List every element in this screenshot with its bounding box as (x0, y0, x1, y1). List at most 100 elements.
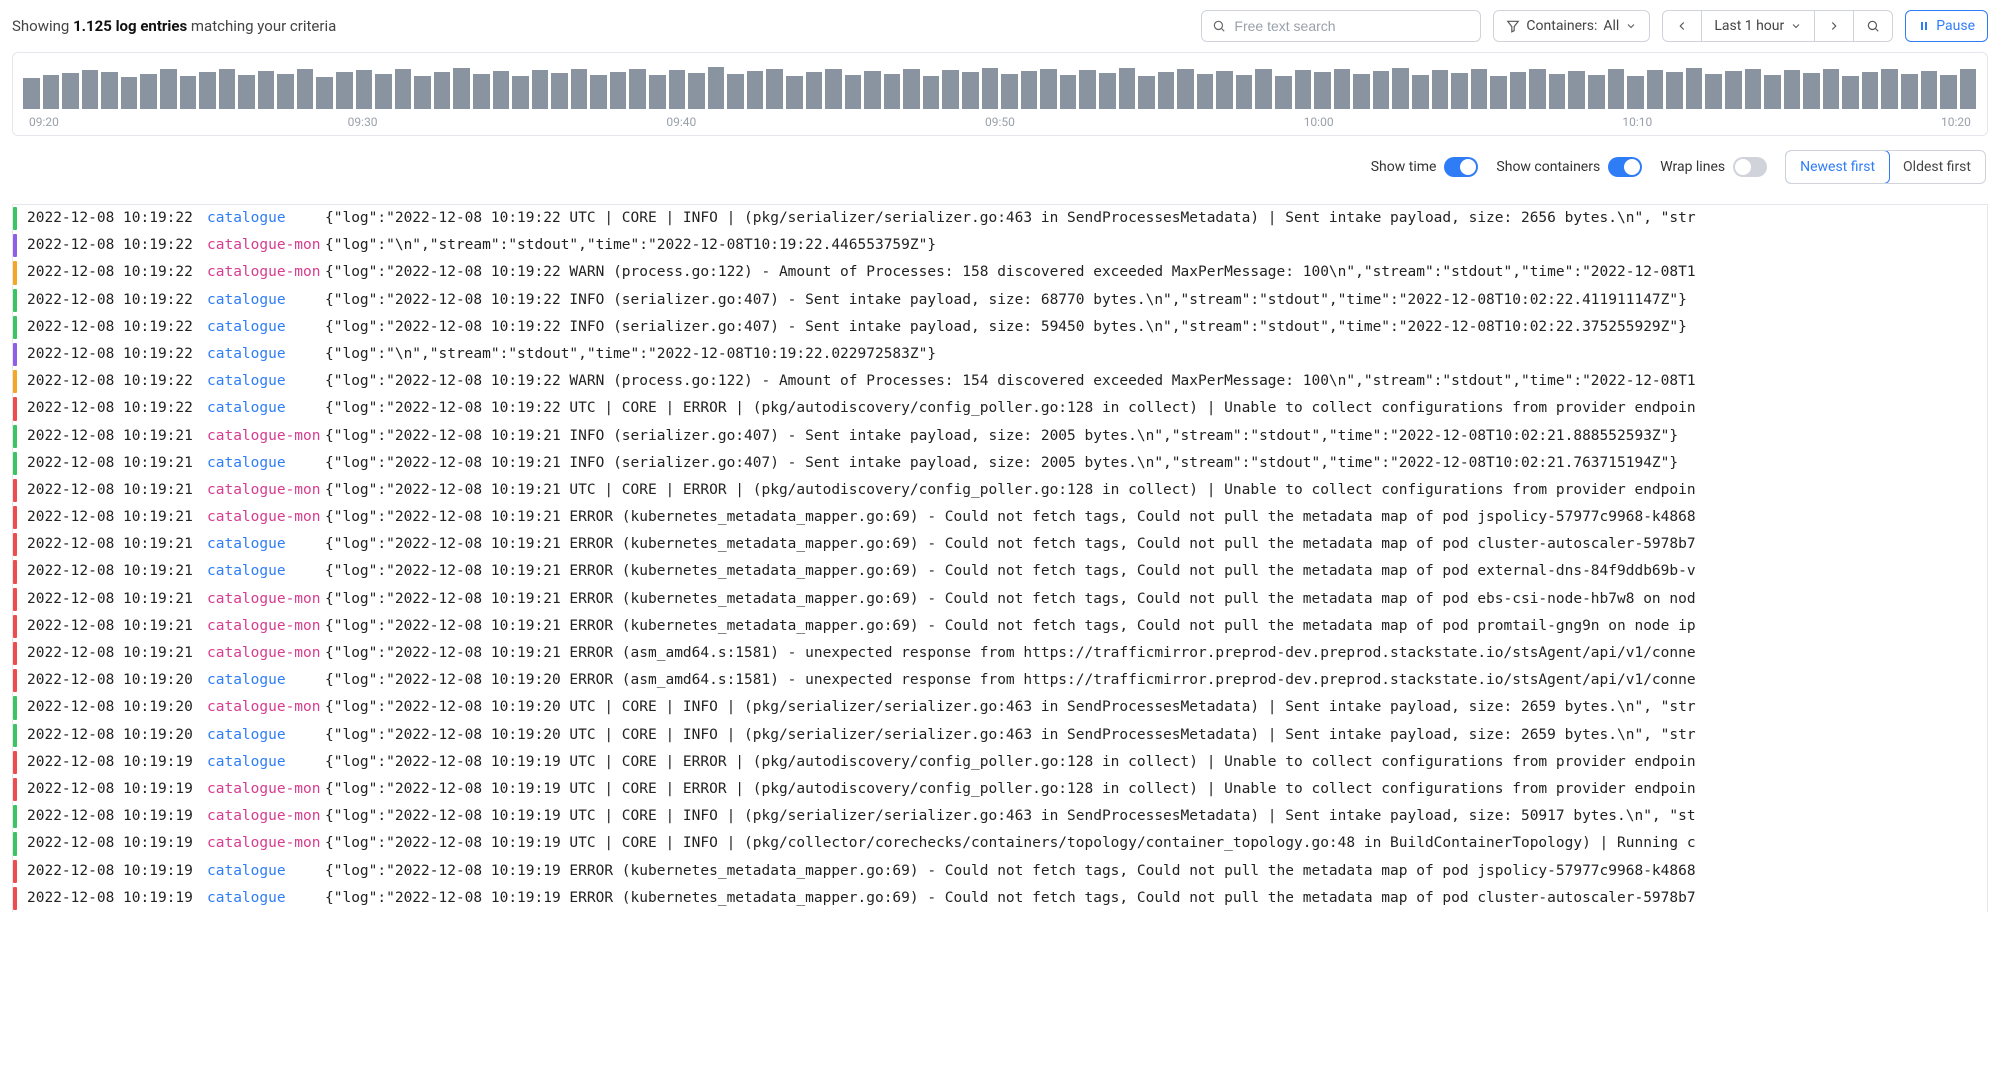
log-row[interactable]: 2022-12-08 10:19:21catalogue-mon{"log":"… (13, 477, 1987, 504)
histogram-bar[interactable] (669, 70, 686, 109)
newest-first-button[interactable]: Newest first (1785, 150, 1890, 184)
histogram-bar[interactable] (1647, 70, 1664, 109)
histogram-bar[interactable] (1803, 73, 1820, 109)
log-row[interactable]: 2022-12-08 10:19:22catalogue{"log":"\n",… (13, 341, 1987, 368)
histogram-bar[interactable] (884, 74, 901, 109)
log-row[interactable]: 2022-12-08 10:19:19catalogue{"log":"2022… (13, 749, 1987, 776)
histogram-bar[interactable] (1823, 69, 1840, 109)
histogram-bar[interactable] (727, 74, 744, 109)
histogram-bar[interactable] (1549, 74, 1566, 109)
histogram-bar[interactable] (1529, 69, 1546, 109)
histogram-bar[interactable] (1158, 72, 1175, 109)
histogram-bar[interactable] (708, 67, 725, 109)
histogram-bar[interactable] (1705, 74, 1722, 109)
histogram-bar[interactable] (434, 72, 451, 109)
log-row[interactable]: 2022-12-08 10:19:21catalogue-mon{"log":"… (13, 504, 1987, 531)
histogram-bar[interactable] (473, 74, 490, 109)
histogram-bar[interactable] (786, 76, 803, 109)
search-input[interactable] (1234, 18, 1470, 34)
log-row[interactable]: 2022-12-08 10:19:22catalogue{"log":"2022… (13, 395, 1987, 422)
log-row[interactable]: 2022-12-08 10:19:21catalogue{"log":"2022… (13, 558, 1987, 585)
oldest-first-button[interactable]: Oldest first (1889, 151, 1985, 183)
search-box[interactable] (1201, 10, 1481, 42)
log-row[interactable]: 2022-12-08 10:19:21catalogue-mon{"log":"… (13, 586, 1987, 613)
histogram-bar[interactable] (688, 73, 705, 109)
histogram-bar[interactable] (649, 75, 666, 109)
histogram-bar[interactable] (199, 72, 216, 109)
histogram-bar[interactable] (1784, 70, 1801, 109)
histogram-bar[interactable] (1745, 69, 1762, 109)
histogram-bar[interactable] (1471, 69, 1488, 109)
histogram-bar[interactable] (1588, 75, 1605, 109)
log-row[interactable]: 2022-12-08 10:19:21catalogue-mon{"log":"… (13, 613, 1987, 640)
log-row[interactable]: 2022-12-08 10:19:22catalogue{"log":"2022… (13, 205, 1987, 232)
histogram-bar[interactable] (825, 69, 842, 109)
histogram-bar[interactable] (806, 72, 823, 109)
histogram-bar[interactable] (101, 72, 118, 109)
histogram-bar[interactable] (1060, 75, 1077, 109)
histogram-bar[interactable] (1079, 70, 1096, 109)
time-next-button[interactable] (1814, 10, 1853, 42)
log-row[interactable]: 2022-12-08 10:19:19catalogue{"log":"2022… (13, 858, 1987, 885)
histogram-bar[interactable] (1119, 68, 1136, 109)
log-row[interactable]: 2022-12-08 10:19:21catalogue{"log":"2022… (13, 450, 1987, 477)
histogram-bar[interactable] (1666, 72, 1683, 109)
histogram-bar[interactable] (258, 71, 275, 109)
histogram-bar[interactable] (1236, 75, 1253, 109)
histogram-bar[interactable] (82, 70, 99, 109)
histogram-bar[interactable] (610, 72, 627, 109)
histogram-bar[interactable] (453, 68, 470, 109)
histogram-bar[interactable] (375, 74, 392, 109)
log-row[interactable]: 2022-12-08 10:19:21catalogue-mon{"log":"… (13, 423, 1987, 450)
histogram-bar[interactable] (1177, 69, 1194, 109)
histogram-bar[interactable] (1686, 68, 1703, 109)
show-time-switch[interactable] (1444, 157, 1478, 177)
wrap-lines-switch[interactable] (1733, 157, 1767, 177)
histogram-bar[interactable] (629, 69, 646, 109)
histogram-bar[interactable] (942, 70, 959, 109)
histogram-bar[interactable] (747, 71, 764, 109)
histogram-bar[interactable] (1255, 69, 1272, 109)
histogram-bar[interactable] (160, 69, 177, 109)
log-row[interactable]: 2022-12-08 10:19:19catalogue{"log":"2022… (13, 885, 1987, 912)
histogram-bar[interactable] (336, 72, 353, 109)
time-prev-button[interactable] (1662, 10, 1701, 42)
histogram-bar[interactable] (1568, 71, 1585, 109)
histogram-bar[interactable] (551, 73, 568, 109)
log-row[interactable]: 2022-12-08 10:19:19catalogue-mon{"log":"… (13, 830, 1987, 857)
histogram-bar[interactable] (1510, 72, 1527, 109)
log-row[interactable]: 2022-12-08 10:19:21catalogue{"log":"2022… (13, 531, 1987, 558)
histogram-bar[interactable] (1216, 71, 1233, 109)
histogram-bar[interactable] (864, 71, 881, 109)
histogram-bar[interactable] (43, 75, 60, 109)
histogram-bar[interactable] (414, 76, 431, 109)
histogram-bar[interactable] (512, 76, 529, 109)
log-row[interactable]: 2022-12-08 10:19:20catalogue-mon{"log":"… (13, 694, 1987, 721)
log-row[interactable]: 2022-12-08 10:19:20catalogue{"log":"2022… (13, 722, 1987, 749)
log-row[interactable]: 2022-12-08 10:19:22catalogue{"log":"2022… (13, 287, 1987, 314)
histogram-bar[interactable] (1842, 76, 1859, 109)
histogram-bar[interactable] (395, 69, 412, 109)
log-row[interactable]: 2022-12-08 10:19:22catalogue{"log":"2022… (13, 368, 1987, 395)
log-row[interactable]: 2022-12-08 10:19:22catalogue-mon{"log":"… (13, 232, 1987, 259)
histogram-bar[interactable] (1940, 75, 1957, 109)
containers-filter[interactable]: Containers: All (1493, 10, 1650, 42)
histogram-bar[interactable] (180, 76, 197, 109)
histogram-bar[interactable] (962, 72, 979, 109)
histogram-bar[interactable] (1608, 69, 1625, 109)
show-containers-switch[interactable] (1608, 157, 1642, 177)
histogram-bar[interactable] (140, 74, 157, 109)
log-row[interactable]: 2022-12-08 10:19:20catalogue{"log":"2022… (13, 667, 1987, 694)
histogram-bar[interactable] (923, 76, 940, 109)
histogram-bar[interactable] (1725, 71, 1742, 109)
histogram-bar[interactable] (1021, 71, 1038, 109)
zoom-button[interactable] (1853, 10, 1893, 42)
histogram-bar[interactable] (845, 75, 862, 109)
histogram-bar[interactable] (356, 70, 373, 109)
histogram-bar[interactable] (1901, 74, 1918, 109)
histogram-bar[interactable] (219, 69, 236, 109)
histogram-bar[interactable] (1412, 75, 1429, 109)
histogram-bar[interactable] (1881, 69, 1898, 109)
log-row[interactable]: 2022-12-08 10:19:19catalogue-mon{"log":"… (13, 776, 1987, 803)
histogram-bar[interactable] (1960, 69, 1977, 109)
